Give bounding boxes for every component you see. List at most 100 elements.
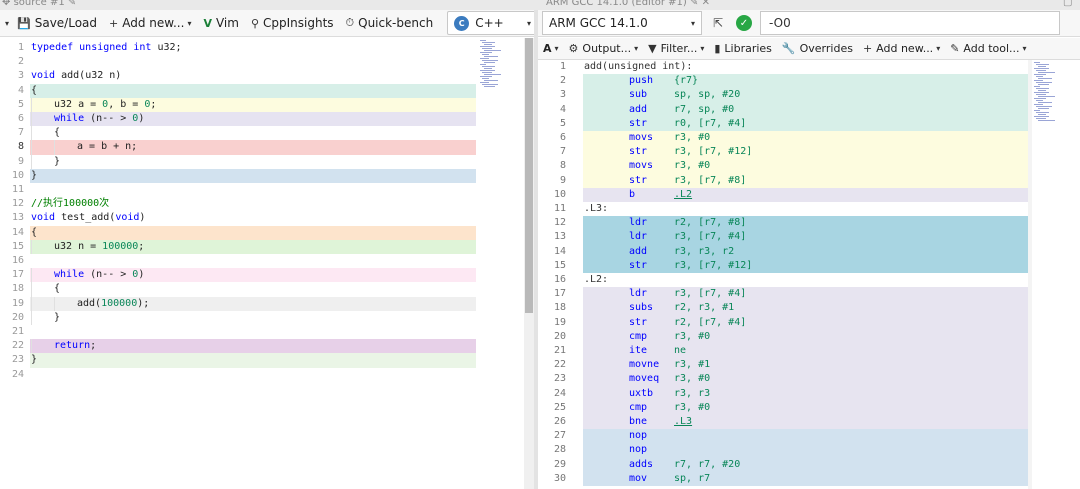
line-number: 5 bbox=[559, 117, 566, 129]
asm-line[interactable]: 17 ldr r3, [r7, #4] bbox=[538, 287, 1028, 302]
code-line[interactable]: 8 a = b + n; bbox=[0, 140, 524, 155]
asm-line[interactable]: 24 uxtb r3, r3 bbox=[538, 386, 1028, 401]
output-button[interactable]: ⚙ Output... ▾ bbox=[564, 38, 644, 59]
libraries-button[interactable]: ▮ Libraries bbox=[709, 38, 777, 59]
asm-line[interactable]: 29 adds r7, r7, #20 bbox=[538, 457, 1028, 472]
asm-line[interactable]: 8 movs r3, #0 bbox=[538, 159, 1028, 174]
code-line[interactable]: 6 while (n-- > 0) bbox=[0, 112, 524, 127]
code-line[interactable]: 14 { bbox=[0, 225, 524, 240]
asm-line[interactable]: 26 bne .L3 bbox=[538, 415, 1028, 430]
asm-line[interactable]: 25 cmp r3, #0 bbox=[538, 400, 1028, 415]
asm-line[interactable]: 19 str r2, [r7, #4] bbox=[538, 315, 1028, 330]
code-line[interactable]: 7{ bbox=[0, 126, 524, 141]
code-line[interactable]: 13 void test_add(void) bbox=[0, 211, 524, 225]
source-minimap[interactable] bbox=[478, 38, 524, 489]
asm-line[interactable]: 2 push {r7} bbox=[538, 74, 1028, 89]
asm-line[interactable]: 7 str r3, [r7, #12] bbox=[538, 145, 1028, 160]
asm-line[interactable]: 18 subs r2, r3, #1 bbox=[538, 301, 1028, 316]
asm-line[interactable]: 20 cmp r3, #0 bbox=[538, 329, 1028, 344]
menu-dropdown[interactable]: ▾ bbox=[0, 10, 11, 36]
save-load-button[interactable]: 💾 Save/Load bbox=[11, 10, 103, 36]
external-link-icon[interactable]: ⇱ bbox=[710, 16, 726, 30]
code-line[interactable]: 5 u32 a = 0, b = 0; bbox=[0, 97, 524, 112]
code-line[interactable]: 16 bbox=[0, 254, 524, 268]
asm-line[interactable]: 27 nop bbox=[538, 429, 1028, 444]
line-number: 6 bbox=[559, 132, 566, 143]
language-select[interactable]: C C++ ▾ bbox=[447, 11, 538, 35]
code-line[interactable]: 20} bbox=[0, 310, 524, 325]
code-line[interactable]: 3 void add(u32 n) bbox=[0, 69, 524, 83]
font-size-button[interactable]: A ▾ bbox=[538, 38, 564, 59]
asm-text: uxtb r3, r3 bbox=[583, 386, 1028, 401]
code-line[interactable]: 10} bbox=[0, 168, 524, 183]
asm-line[interactable]: 10 b .L2 bbox=[538, 187, 1028, 202]
minimap-line bbox=[482, 48, 492, 49]
asm-line[interactable]: 3 sub sp, sp, #20 bbox=[538, 88, 1028, 103]
asm-line[interactable]: 4 add r7, sp, #0 bbox=[538, 102, 1028, 117]
code-line[interactable]: 1 typedef unsigned int u32; bbox=[0, 41, 524, 55]
minimap-line bbox=[1036, 88, 1049, 89]
compiler-select[interactable]: ARM GCC 14.1.0 ▾ bbox=[542, 11, 702, 35]
code-line[interactable]: 17 while (n-- > 0) bbox=[0, 268, 524, 283]
code-token: ; bbox=[138, 240, 145, 252]
asm-line[interactable]: 16 .L2: bbox=[538, 273, 1028, 287]
asm-line[interactable]: 28 nop bbox=[538, 443, 1028, 458]
asm-line[interactable]: 1 add(unsigned int): bbox=[538, 60, 1028, 74]
asm-line[interactable]: 23 moveq r3, #0 bbox=[538, 372, 1028, 387]
assembly-minimap[interactable] bbox=[1032, 60, 1080, 489]
asm-line[interactable]: 5 str r0, [r7, #4] bbox=[538, 116, 1028, 131]
code-line[interactable]: 18 { bbox=[0, 282, 524, 297]
overrides-button[interactable]: 🔧 Overrides bbox=[777, 38, 858, 59]
asm-line[interactable]: 21 ite ne bbox=[538, 344, 1028, 359]
add-tool-label: Add tool... bbox=[963, 42, 1020, 55]
code-line[interactable]: 24 bbox=[0, 368, 524, 382]
code-line[interactable]: 15 u32 n = 100000; bbox=[0, 239, 524, 254]
asm-mnemonic: str bbox=[629, 174, 648, 186]
check-status-icon[interactable]: ✓ bbox=[736, 15, 752, 31]
minimap-line bbox=[1038, 66, 1046, 67]
add-new-button[interactable]: + Add new... ▾ bbox=[103, 10, 197, 36]
asm-line[interactable]: 15 str r3, [r7, #12] bbox=[538, 258, 1028, 273]
line-number: 13 bbox=[11, 212, 24, 224]
quick-bench-button[interactable]: ⏱ Quick-bench bbox=[340, 10, 440, 36]
asm-operands[interactable]: .L3 bbox=[674, 415, 692, 429]
asm-mnemonic: subs bbox=[629, 302, 654, 314]
source-scrollbar-thumb[interactable] bbox=[525, 38, 533, 313]
code-line[interactable]: 4{ bbox=[0, 83, 524, 98]
asm-operands[interactable]: .L2 bbox=[674, 188, 692, 202]
code-line[interactable]: 22 return; bbox=[0, 339, 524, 354]
asm-line[interactable]: 12 ldr r2, [r7, #8] bbox=[538, 216, 1028, 231]
code-line[interactable]: 21 bbox=[0, 325, 524, 339]
asm-line[interactable]: 9 str r3, [r7, #8] bbox=[538, 173, 1028, 188]
compiler-tab[interactable]: ARM GCC 14.1.0 (Editor #1) ✎ ✕ bbox=[546, 0, 710, 8]
minimap-line bbox=[482, 78, 489, 79]
asm-line[interactable]: 13 ldr r3, [r7, #4] bbox=[538, 230, 1028, 245]
code-line[interactable]: 9} bbox=[0, 154, 524, 169]
code-line[interactable]: 23} bbox=[0, 353, 524, 368]
code-line[interactable]: 2 bbox=[0, 55, 524, 69]
indent-guide bbox=[31, 97, 32, 112]
line-number: 22 bbox=[11, 340, 24, 352]
code-line[interactable]: 19 add(100000); bbox=[0, 296, 524, 311]
asm-line[interactable]: 30 mov sp, r7 bbox=[538, 471, 1028, 486]
pencil-icon[interactable]: ✎ bbox=[690, 0, 698, 8]
pencil-icon[interactable]: ✎ bbox=[68, 0, 76, 8]
assembly-output[interactable]: 1 add(unsigned int): 2 push {r7} 3 sub sp, sp, … bbox=[538, 60, 1028, 489]
compiler-options-input[interactable] bbox=[760, 11, 1060, 35]
asm-line[interactable]: 14 add r3, r3, r2 bbox=[538, 244, 1028, 259]
close-icon[interactable]: ✕ bbox=[702, 0, 710, 8]
source-editor[interactable]: 1 typedef unsigned int u32; 2 3 void add(u32… bbox=[0, 38, 524, 489]
source-tab[interactable]: ✥ source #1 ✎ bbox=[2, 0, 76, 8]
add-tool-button[interactable]: ✎ Add tool... ▾ bbox=[945, 38, 1031, 59]
add-new-pane-button[interactable]: + Add new... ▾ bbox=[858, 38, 945, 59]
cppinsights-button[interactable]: ⚲ CppInsights bbox=[245, 10, 340, 36]
asm-line[interactable]: 6 movs r3, #0 bbox=[538, 131, 1028, 146]
source-scrollbar[interactable] bbox=[524, 38, 534, 489]
filter-button[interactable]: ▼ Filter... ▾ bbox=[643, 38, 709, 59]
code-line[interactable]: 11 bbox=[0, 183, 524, 197]
window-icon[interactable]: ▢ bbox=[1063, 0, 1072, 8]
asm-line[interactable]: 11 .L3: bbox=[538, 202, 1028, 216]
vim-button[interactable]: V Vim bbox=[197, 10, 244, 36]
asm-line[interactable]: 22 movne r3, #1 bbox=[538, 358, 1028, 373]
code-line[interactable]: 12 //执行100000次 bbox=[0, 197, 524, 211]
